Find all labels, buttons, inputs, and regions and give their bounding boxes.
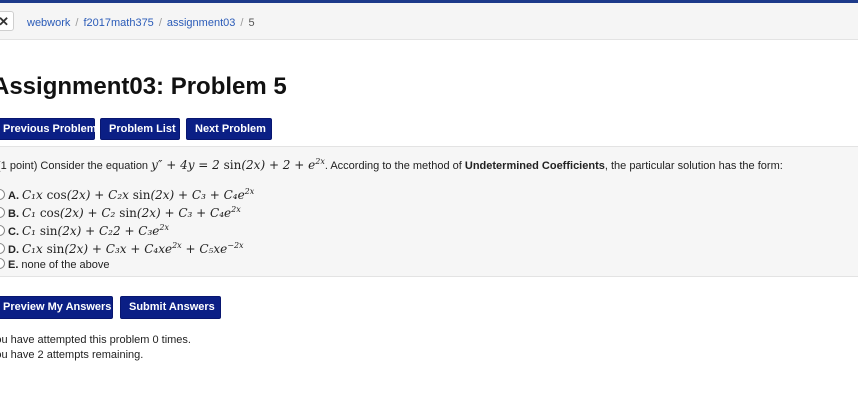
attempted-count: You have attempted this problem 0 times. (0, 334, 191, 346)
method-name: Undetermined Coefficients (464, 160, 605, 172)
points-label: (1 point) (0, 160, 38, 172)
page-title: Assignment03: Problem 5 (0, 73, 287, 100)
breadcrumb-link-course[interactable]: f2017math375 (83, 17, 153, 29)
radio-c[interactable] (0, 225, 5, 236)
close-icon[interactable]: ✕ (0, 11, 14, 31)
option-c[interactable]: C. C₁ sin(2x) + C₂2 + C₃e2x (0, 223, 169, 238)
breadcrumb-link-assignment[interactable]: assignment03 (167, 17, 236, 29)
problem-panel: (1 point) Consider the equation y″ + 4y … (0, 146, 858, 277)
equation: y″ + 4y = 2 sin(2x) + 2 + e2x (151, 157, 325, 172)
submit-answers-button[interactable]: Submit Answers (120, 296, 221, 319)
breadcrumb-current: 5 (248, 17, 255, 29)
previous-problem-button[interactable]: Previous Problem (0, 118, 97, 140)
radio-e[interactable] (0, 258, 5, 269)
preview-answers-button[interactable]: Preview My Answers (0, 296, 113, 319)
option-e[interactable]: E. none of the above (0, 258, 109, 271)
radio-b[interactable] (0, 207, 5, 218)
remaining-count: You have 2 attempts remaining. (0, 349, 144, 361)
breadcrumb-bar: ✕ webwork / f2017math375/assignment03/5 (0, 3, 858, 40)
attempts-text: You have attempted this problem 0 times.… (0, 334, 191, 361)
option-d[interactable]: D. C₁x sin(2x) + C₃x + C₄xe2x + C₅xe−2x (0, 241, 244, 256)
option-a[interactable]: A. C₁x cos(2x) + C₂x sin(2x) + C₃ + C₄e2x (0, 187, 254, 202)
breadcrumb-link-webwork[interactable]: webwork (27, 17, 70, 29)
breadcrumb: webwork / f2017math375/assignment03/5 (27, 17, 255, 29)
next-problem-button[interactable]: Next Problem (186, 118, 272, 140)
radio-a[interactable] (0, 189, 5, 200)
problem-list-button[interactable]: Problem List (100, 118, 180, 140)
question-text: (1 point) Consider the equation y″ + 4y … (0, 157, 783, 172)
option-b[interactable]: B. C₁ cos(2x) + C₂ sin(2x) + C₃ + C₄e2x (0, 205, 241, 220)
radio-d[interactable] (0, 243, 5, 254)
